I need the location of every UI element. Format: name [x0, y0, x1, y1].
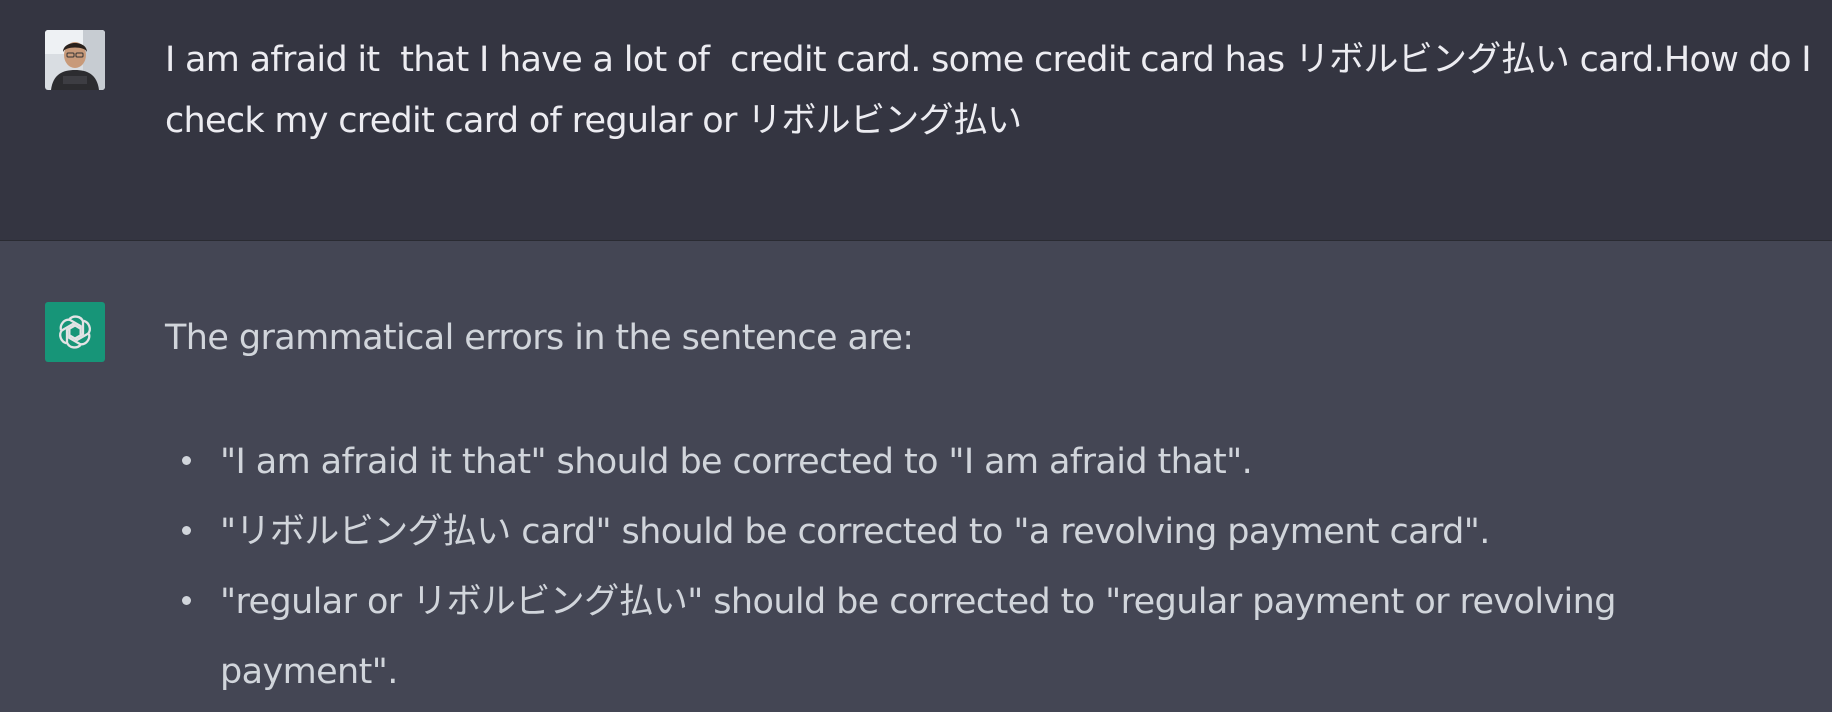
assistant-avatar — [45, 302, 105, 362]
correction-list-item: "I am afraid it that" should be correcte… — [165, 427, 1725, 497]
correction-text: "リボルビング払い card" should be corrected to "… — [220, 512, 1490, 552]
correction-text: "I am afraid it that" should be correcte… — [220, 442, 1253, 482]
correction-text: "regular or リボルビング払い" should be correcte… — [220, 582, 1616, 692]
user-message-text: I am afraid it that I have a lot of cred… — [165, 40, 1822, 141]
correction-list-item: "regular or リボルビング払い" should be correcte… — [165, 567, 1725, 707]
bullet-dot-icon — [182, 596, 191, 605]
correction-list-item: "リボルビング払い card" should be corrected to "… — [165, 497, 1725, 567]
user-avatar-photo-icon — [45, 30, 105, 90]
openai-logo-icon — [59, 315, 91, 349]
bullet-dot-icon — [182, 456, 191, 465]
bullet-dot-icon — [182, 526, 191, 535]
user-avatar — [45, 30, 105, 90]
assistant-intro-text: The grammatical errors in the sentence a… — [165, 318, 914, 358]
correction-list: "I am afraid it that" should be correcte… — [165, 427, 1725, 707]
user-message-row: I am afraid it that I have a lot of cred… — [0, 0, 1832, 241]
assistant-message-row: The grammatical errors in the sentence a… — [0, 241, 1832, 712]
